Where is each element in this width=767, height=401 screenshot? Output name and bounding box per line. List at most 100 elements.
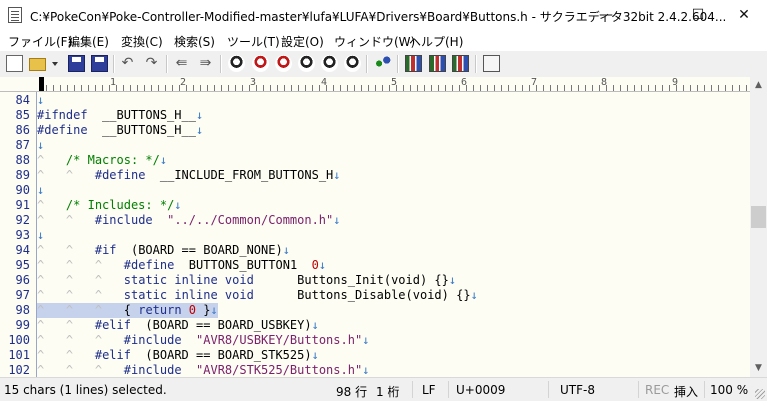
- menu-file[interactable]: ファイル(F): [8, 33, 72, 50]
- line-number[interactable]: 87: [0, 138, 30, 153]
- line-number[interactable]: 94: [0, 243, 30, 258]
- scroll-down-icon[interactable]: ▼: [750, 360, 767, 377]
- code-line[interactable]: ↓: [37, 228, 44, 243]
- code-line[interactable]: #ifndef __BUTTONS_H__↓: [37, 108, 203, 123]
- menu-edit[interactable]: 編集(E): [68, 33, 109, 50]
- open-folder-icon[interactable]: [29, 58, 46, 71]
- code-token: #elif: [94, 318, 131, 332]
- menu-tools[interactable]: ツール(T): [227, 33, 280, 50]
- status-bar: 15 chars (1 lines) selected. 98 行 1 桁 LF…: [0, 377, 767, 401]
- replace-icon[interactable]: [298, 55, 315, 72]
- vertical-scrollbar[interactable]: ▲ ▼: [750, 77, 767, 377]
- line-number[interactable]: 95: [0, 258, 30, 273]
- line-number[interactable]: 92: [0, 213, 30, 228]
- code-line[interactable]: ^ /* Includes: */↓: [37, 198, 182, 213]
- code-line[interactable]: ^ ^ ^ static inline void Buttons_Disable…: [37, 288, 478, 303]
- close-button[interactable]: ✕: [721, 0, 767, 30]
- code-line[interactable]: ^ ^ #elif (BOARD == BOARD_STK525)↓: [37, 348, 319, 363]
- resize-grip[interactable]: [755, 389, 765, 399]
- outline-icon[interactable]: [374, 55, 391, 72]
- eol-status[interactable]: LF: [422, 383, 436, 397]
- search-prev-icon[interactable]: [252, 55, 269, 72]
- code-line[interactable]: ^ ^ #if (BOARD == BOARD_NONE)↓: [37, 243, 290, 258]
- line-number[interactable]: 93: [0, 228, 30, 243]
- app-icon[interactable]: [8, 7, 22, 23]
- code-token: ↓: [448, 273, 457, 287]
- jump-back-icon[interactable]: ⇚: [173, 55, 190, 72]
- line-number[interactable]: 88: [0, 153, 30, 168]
- editor-area[interactable]: 1 2 3 4 5 6 7 8 9 84 85 86 87 88 89 90 91 92 93 94…: [0, 77, 767, 377]
- menu-settings[interactable]: 設定(O): [281, 33, 324, 50]
- line-number[interactable]: 86: [0, 123, 30, 138]
- ruler-label: 7: [531, 77, 538, 88]
- line-number[interactable]: 97: [0, 288, 30, 303]
- clear-mark-icon[interactable]: [321, 55, 338, 72]
- menu-help[interactable]: ヘルプ(H): [409, 33, 463, 50]
- code-line[interactable]: ↓: [37, 138, 44, 153]
- new-file-icon[interactable]: [6, 55, 23, 72]
- code-token: /* Includes: */: [65, 198, 175, 212]
- menu-search[interactable]: 検索(S): [174, 33, 215, 50]
- code-token: "AVR8/STK525/Buttons.h": [196, 363, 363, 377]
- minimize-button[interactable]: —: [583, 0, 629, 30]
- line-number[interactable]: 89: [0, 168, 30, 183]
- line-number[interactable]: 99: [0, 318, 30, 333]
- code-line[interactable]: ^ /* Macros: */↓: [37, 153, 167, 168]
- redo-icon[interactable]: ↷: [143, 55, 160, 72]
- menu-convert[interactable]: 変換(C): [121, 33, 163, 50]
- scroll-thumb[interactable]: [751, 206, 766, 228]
- code-line[interactable]: ^ ^ #include "../../Common/Common.h"↓: [37, 213, 341, 228]
- code-line[interactable]: ^ ^ #elif (BOARD == BOARD_USBKEY)↓: [37, 318, 319, 333]
- line-number[interactable]: 96: [0, 273, 30, 288]
- line-number[interactable]: 101: [0, 348, 30, 363]
- insert-mode-status[interactable]: 挿入: [674, 383, 698, 400]
- maximize-button[interactable]: ☐: [675, 0, 721, 30]
- code-line[interactable]: ^ ^ #define __INCLUDE_FROM_BUTTONS_H↓: [37, 168, 341, 183]
- codepoint-status[interactable]: U+0009: [456, 383, 505, 397]
- line-number[interactable]: 85: [0, 108, 30, 123]
- tag-jump-icon[interactable]: [429, 55, 446, 72]
- code-line[interactable]: ↓: [37, 93, 44, 108]
- ruler-label: 3: [250, 77, 257, 88]
- save-as-icon[interactable]: [91, 55, 108, 72]
- code-text[interactable]: ↓ #ifndef __BUTTONS_H__↓ #define __BUTTONS…: [37, 92, 750, 377]
- rec-status[interactable]: REC: [645, 383, 669, 397]
- code-line[interactable]: ^ ^ ^ #include "AVR8/USBKEY/Buttons.h"↓: [37, 333, 369, 348]
- compare-icon[interactable]: [405, 55, 422, 72]
- tag-back-icon[interactable]: [452, 55, 469, 72]
- encoding-status[interactable]: UTF-8: [560, 383, 595, 397]
- line-number[interactable]: 90: [0, 183, 30, 198]
- code-line[interactable]: ^ ^ ^ #define BUTTONS_BUTTON1 0↓: [37, 258, 326, 273]
- code-line[interactable]: ^ ^ ^ static inline void Buttons_Init(vo…: [37, 273, 456, 288]
- line-number[interactable]: 100: [0, 333, 30, 348]
- settings-book-icon[interactable]: [483, 55, 500, 72]
- toolbar-separator: [166, 55, 168, 73]
- scroll-up-icon[interactable]: ▲: [750, 77, 767, 94]
- ruler[interactable]: 1 2 3 4 5 6 7 8 9: [0, 77, 750, 92]
- undo-icon[interactable]: ↶: [119, 55, 136, 72]
- zoom-status[interactable]: 100 %: [710, 383, 748, 397]
- search-icon[interactable]: [228, 55, 245, 72]
- grep-icon[interactable]: [344, 55, 361, 72]
- code-line[interactable]: ↓: [37, 183, 44, 198]
- menu-window[interactable]: ウィンドウ(W): [334, 33, 415, 50]
- line-number[interactable]: 102: [0, 363, 30, 378]
- code-line[interactable]: ^ ^ ^ #include "AVR8/STK525/Buttons.h"↓: [37, 363, 369, 377]
- code-token: (BOARD == BOARD_USBKEY): [130, 318, 312, 332]
- line-number-gutter[interactable]: 84 85 86 87 88 89 90 91 92 93 94 95 96 97 98 99 100 101 10…: [0, 92, 37, 377]
- line-number[interactable]: 98: [0, 303, 30, 318]
- code-line[interactable]: #define __BUTTONS_H__↓: [37, 123, 203, 138]
- code-line[interactable]: ^ ^ ^ { return 0 }↓: [37, 303, 218, 318]
- code-token: /* Macros: */: [65, 153, 160, 167]
- save-icon[interactable]: [68, 55, 85, 72]
- line-number[interactable]: 91: [0, 198, 30, 213]
- line-number[interactable]: 84: [0, 93, 30, 108]
- open-dropdown-icon[interactable]: [52, 62, 58, 66]
- jump-forward-icon[interactable]: ⇛: [197, 55, 214, 72]
- search-next-icon[interactable]: [275, 55, 292, 72]
- ruler-label: 9: [672, 77, 679, 88]
